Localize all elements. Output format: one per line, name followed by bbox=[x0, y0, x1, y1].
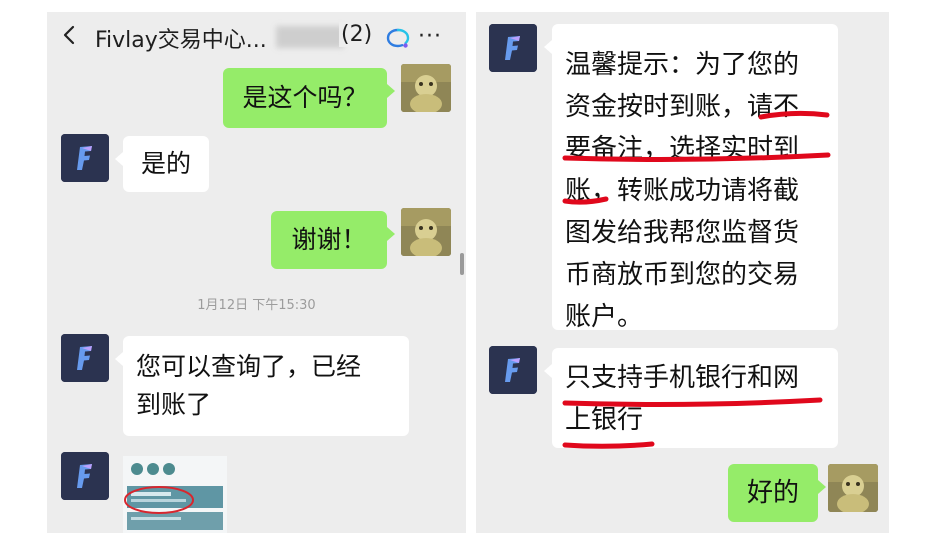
ai-assistant-icon[interactable] bbox=[386, 28, 410, 48]
highlight-underline-2 bbox=[562, 152, 831, 162]
message-timestamp: 1月12日 下午15:30 bbox=[197, 298, 316, 313]
message-bubble-sent: 好的 bbox=[728, 464, 826, 522]
tip-line: 温馨提示：为了您的 bbox=[565, 50, 800, 80]
scrollbar-indicator[interactable] bbox=[460, 253, 464, 275]
tip-line: 账户。 bbox=[565, 302, 644, 332]
message-text: 谢谢！ bbox=[291, 225, 367, 254]
contact-avatar[interactable] bbox=[61, 134, 109, 182]
member-count: (2) bbox=[339, 22, 373, 47]
message-text-line: 您可以查询了，已经 bbox=[136, 352, 362, 381]
chevron-left-icon[interactable] bbox=[60, 25, 80, 45]
user-avatar[interactable] bbox=[401, 208, 451, 256]
message-text-line: 到账了 bbox=[136, 390, 212, 419]
tip-line: 币商放币到您的交易 bbox=[565, 260, 800, 290]
chat-panel-right: 温馨提示：为了您的 资金按时到账，请不 要备注，选择实时到 账，转账成功请将截 … bbox=[476, 12, 889, 533]
highlight-underline-4 bbox=[562, 397, 823, 407]
tip-line: 图发给我帮您监督货 bbox=[565, 218, 800, 248]
chat-title: Fivlay交易中心... bbox=[95, 28, 267, 53]
contact-avatar[interactable] bbox=[61, 334, 109, 382]
screenshot-thumbnail[interactable] bbox=[123, 456, 227, 533]
screenshot-collage: Fivlay交易中心... (2) ··· 是这个吗？ 是的 谢谢！ 1月12日… bbox=[0, 0, 948, 533]
contact-avatar[interactable] bbox=[489, 24, 537, 72]
highlight-underline-1 bbox=[758, 110, 830, 120]
contact-avatar[interactable] bbox=[489, 346, 537, 394]
message-bubble-received: 是的 bbox=[115, 136, 209, 192]
message-bubble-sent: 是这个吗？ bbox=[223, 68, 395, 128]
highlight-underline-5 bbox=[562, 441, 655, 449]
bank-line: 只支持手机银行和网 bbox=[565, 363, 800, 393]
message-text: 是这个吗？ bbox=[242, 83, 368, 112]
title-redaction bbox=[276, 26, 344, 48]
highlight-underline-3 bbox=[562, 196, 609, 205]
chat-panel-left: Fivlay交易中心... (2) ··· 是这个吗？ 是的 谢谢！ 1月12日… bbox=[47, 12, 466, 533]
message-text: 好的 bbox=[746, 478, 799, 508]
user-avatar[interactable] bbox=[401, 64, 451, 112]
tip-message-bubble: 温馨提示：为了您的 资金按时到账，请不 要备注，选择实时到 账，转账成功请将截 … bbox=[544, 24, 838, 332]
contact-avatar[interactable] bbox=[61, 452, 109, 500]
user-avatar[interactable] bbox=[828, 464, 878, 512]
message-bubble-sent: 谢谢！ bbox=[271, 211, 395, 269]
chat-header: Fivlay交易中心... (2) ··· bbox=[47, 12, 466, 58]
tip-line: 资金按时到账，请不 bbox=[565, 92, 800, 122]
more-options-icon[interactable]: ··· bbox=[418, 24, 442, 49]
message-bubble-received: 您可以查询了，已经 到账了 bbox=[115, 336, 409, 436]
message-text: 是的 bbox=[140, 149, 191, 178]
